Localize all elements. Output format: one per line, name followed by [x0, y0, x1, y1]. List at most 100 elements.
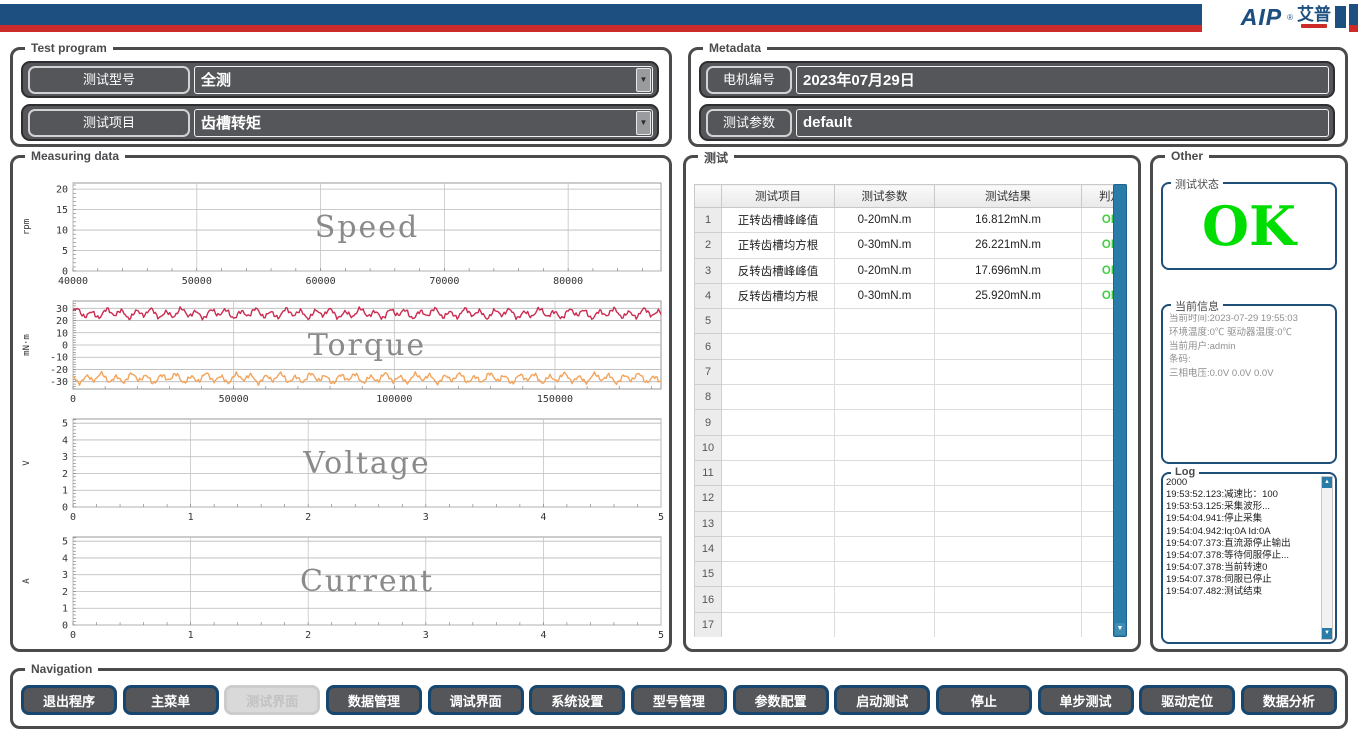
- svg-text:15: 15: [56, 205, 68, 216]
- current-info-legend: 当前信息: [1171, 298, 1223, 314]
- nav-button-12[interactable]: 数据分析: [1241, 685, 1337, 715]
- test-results-table: 测试项目测试参数测试结果判定1正转齿槽峰峰值0-20mN.m16.812mN.m…: [694, 184, 1127, 637]
- table-row[interactable]: 10: [695, 435, 1128, 460]
- table-header: 测试结果: [935, 185, 1082, 208]
- log-output[interactable]: 200019:53:52.123:减速比：10019:53:53.125:采集波…: [1166, 477, 1319, 639]
- row-number: 6: [695, 334, 722, 359]
- table-cell: [722, 334, 835, 359]
- nav-button-10[interactable]: 单步测试: [1038, 685, 1134, 715]
- table-row[interactable]: 13: [695, 511, 1128, 536]
- table-cell: [722, 385, 835, 410]
- nav-button-0[interactable]: 退出程序: [21, 685, 117, 715]
- table-cell: [935, 511, 1082, 536]
- nav-button-8[interactable]: 启动测试: [834, 685, 930, 715]
- nav-button-7[interactable]: 参数配置: [733, 685, 829, 715]
- table-scrollbar[interactable]: ▼: [1113, 184, 1127, 637]
- log-line: 19:54:07.378:伺服已停止: [1166, 574, 1319, 586]
- table-cell: [835, 612, 935, 637]
- row-number: 13: [695, 511, 722, 536]
- test-program-legend: Test program: [25, 41, 113, 55]
- table-row[interactable]: 8: [695, 385, 1128, 410]
- svg-text:0: 0: [70, 394, 76, 405]
- svg-text:20: 20: [56, 185, 68, 196]
- table-cell: [935, 334, 1082, 359]
- registered-mark: ®: [1287, 13, 1293, 22]
- table-row[interactable]: 14: [695, 536, 1128, 561]
- motor-id-field[interactable]: 2023年07月29日: [796, 66, 1329, 94]
- voltage-chart: 012345012345VVoltage: [17, 412, 669, 532]
- test-item-dropdown[interactable]: 齿槽转矩 ▼: [194, 109, 653, 137]
- svg-text:-30: -30: [50, 377, 68, 388]
- scroll-down-icon[interactable]: ▼: [1115, 623, 1125, 635]
- table-row[interactable]: 6: [695, 334, 1128, 359]
- table-cell: [835, 309, 935, 334]
- svg-text:4: 4: [62, 553, 68, 564]
- table-row[interactable]: 17: [695, 612, 1128, 637]
- table-row[interactable]: 9: [695, 410, 1128, 435]
- test-model-value: 全测: [195, 69, 636, 90]
- table-cell: [722, 309, 835, 334]
- svg-text:150000: 150000: [537, 394, 573, 405]
- row-number: 10: [695, 435, 722, 460]
- nav-button-4[interactable]: 调试界面: [428, 685, 524, 715]
- svg-text:2: 2: [305, 512, 311, 523]
- test-param-row: 测试参数 default: [699, 104, 1335, 141]
- table-row[interactable]: 2正转齿槽均方根0-30mN.m26.221mN.mOK: [695, 233, 1128, 258]
- svg-text:30: 30: [56, 304, 68, 315]
- table-row[interactable]: 12: [695, 486, 1128, 511]
- svg-text:5: 5: [62, 246, 68, 257]
- svg-text:3: 3: [62, 452, 68, 463]
- table-header: [695, 185, 722, 208]
- svg-text:4: 4: [62, 435, 68, 446]
- table-row[interactable]: 15: [695, 562, 1128, 587]
- table-cell: 反转齿槽峰峰值: [722, 258, 835, 283]
- table-cell: [835, 460, 935, 485]
- metadata-legend: Metadata: [703, 41, 767, 55]
- test-model-dropdown[interactable]: 全测 ▼: [194, 66, 653, 94]
- scroll-down-icon[interactable]: ▼: [1322, 628, 1332, 639]
- nav-button-3[interactable]: 数据管理: [326, 685, 422, 715]
- nav-button-5[interactable]: 系统设置: [529, 685, 625, 715]
- test-item-row: 测试项目 齿槽转矩 ▼: [21, 104, 659, 141]
- table-row[interactable]: 5: [695, 309, 1128, 334]
- svg-text:0: 0: [70, 512, 76, 523]
- log-line: 19:53:53.125:采集波形...: [1166, 501, 1319, 513]
- nav-button-6[interactable]: 型号管理: [631, 685, 727, 715]
- table-cell: 25.920mN.m: [935, 283, 1082, 308]
- table-cell: [835, 536, 935, 561]
- table-cell: [722, 587, 835, 612]
- nav-button-1[interactable]: 主菜单: [123, 685, 219, 715]
- table-cell: [835, 562, 935, 587]
- info-line: 当前用户:admin: [1169, 340, 1329, 354]
- nav-button-11[interactable]: 驱动定位: [1139, 685, 1235, 715]
- table-cell: [935, 562, 1082, 587]
- table-cell: [835, 511, 935, 536]
- table-row[interactable]: 4反转齿槽均方根0-30mN.m25.920mN.mOK: [695, 283, 1128, 308]
- table-row[interactable]: 7: [695, 359, 1128, 384]
- svg-text:rpm: rpm: [22, 219, 32, 235]
- table-row[interactable]: 16: [695, 587, 1128, 612]
- table-cell: [835, 435, 935, 460]
- svg-text:2: 2: [305, 630, 311, 641]
- info-line: 当前时间:2023-07-29 19:55:03: [1169, 312, 1329, 326]
- logo-cn-block: 艾普: [1297, 6, 1331, 29]
- table-cell: 0-20mN.m: [835, 258, 935, 283]
- table-row[interactable]: 11: [695, 460, 1128, 485]
- scroll-up-icon[interactable]: ▲: [1322, 477, 1332, 488]
- chevron-down-icon[interactable]: ▼: [636, 111, 651, 135]
- table-cell: [935, 359, 1082, 384]
- chevron-down-icon[interactable]: ▼: [636, 68, 651, 92]
- table-row[interactable]: 1正转齿槽峰峰值0-20mN.m16.812mN.mOK: [695, 208, 1128, 233]
- nav-button-9[interactable]: 停止: [936, 685, 1032, 715]
- svg-text:50000: 50000: [219, 394, 249, 405]
- svg-text:1: 1: [62, 486, 68, 497]
- table-cell: [935, 385, 1082, 410]
- svg-text:5: 5: [62, 537, 68, 548]
- test-param-field[interactable]: default: [796, 109, 1329, 137]
- table-row[interactable]: 3反转齿槽峰峰值0-20mN.m17.696mN.mOK: [695, 258, 1128, 283]
- log-scrollbar[interactable]: ▲ ▼: [1321, 476, 1333, 640]
- measuring-data-group: Measuring data 0510152040000500006000070…: [10, 155, 672, 652]
- svg-text:10: 10: [56, 226, 68, 237]
- navigation-group: Navigation 退出程序主菜单测试界面数据管理调试界面系统设置型号管理参数…: [10, 668, 1348, 729]
- svg-text:100000: 100000: [376, 394, 412, 405]
